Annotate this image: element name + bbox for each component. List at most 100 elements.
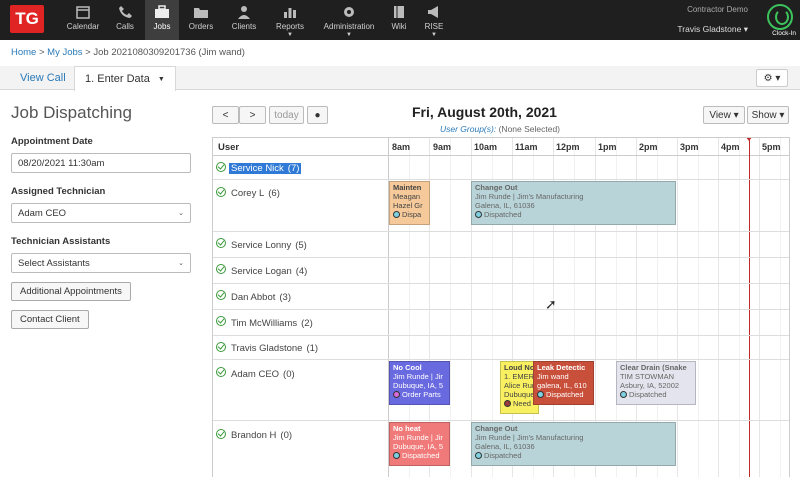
status-dot-icon: [393, 452, 400, 459]
hour-label: 4pm: [721, 142, 740, 152]
nav-administration[interactable]: Administration ▼: [318, 0, 380, 40]
job-count: (6): [268, 188, 280, 199]
technician-assistants-select[interactable]: Select Assistants ⌄: [11, 253, 191, 273]
user-menu[interactable]: Travis Gladstone ▾: [677, 24, 748, 35]
appointment-line: TIM STOWMAN: [620, 372, 675, 381]
technician-row[interactable]: Dan Abbot (3): [213, 284, 789, 310]
current-time-marker: [745, 138, 753, 141]
nav-reports[interactable]: Reports ▼: [270, 0, 310, 40]
user-groups-link[interactable]: User Group(s):: [440, 124, 496, 134]
hour-label: 1pm: [598, 142, 617, 152]
technician-row[interactable]: Service Logan (4): [213, 258, 789, 284]
job-count: (5): [295, 240, 307, 251]
bar-chart-icon: [284, 8, 296, 18]
appointment-card[interactable]: No Cool Jim Runde | Jir Dubuque, IA, 5 O…: [389, 361, 450, 405]
next-button[interactable]: >: [239, 106, 266, 124]
appointment-date-label: Appointment Date: [11, 136, 93, 147]
prev-button[interactable]: <: [212, 106, 239, 124]
nav-wiki[interactable]: Wiki: [386, 0, 412, 40]
technician-row[interactable]: Service Lonny (5): [213, 232, 789, 258]
appointment-card[interactable]: Leak Detectic Jim wand galena, IL, 610 D…: [533, 361, 594, 405]
globe-icon[interactable]: ●: [307, 106, 328, 124]
clock-in-button[interactable]: [767, 4, 793, 30]
technician-name[interactable]: Adam CEO (0): [231, 369, 295, 380]
technician-name[interactable]: Brandon H (0): [231, 430, 292, 441]
appointment-title: Loud Nc: [504, 363, 534, 372]
status-dot-icon: [504, 400, 511, 407]
appointment-title: Leak Detectic: [537, 363, 586, 372]
nav-orders[interactable]: Orders: [183, 0, 219, 40]
technician-row[interactable]: Travis Gladstone (1): [213, 336, 789, 360]
nav-label: Calls: [116, 22, 134, 31]
dispatch-calendar-grid: User 8am 9am 10am 11am 12pm 1pm 2pm 3pm …: [212, 137, 790, 477]
tab-enter-data[interactable]: 1. Enter Data ▼: [74, 66, 176, 91]
folder-icon: [194, 8, 208, 18]
appointment-line: Jim Runde | Jir: [393, 372, 443, 381]
user-name: Travis Gladstone: [677, 24, 742, 34]
technician-row[interactable]: Service Nick (7): [213, 156, 789, 180]
technician-name[interactable]: Tim McWilliams (2): [231, 318, 313, 329]
show-dropdown-button[interactable]: Show ▾: [747, 106, 789, 124]
appointment-date-value: 08/20/2021 11:30am: [18, 157, 105, 169]
technician-name[interactable]: Dan Abbot (3): [231, 292, 291, 303]
appointment-title: No Cool: [393, 363, 422, 372]
chevron-down-icon: ▼: [157, 75, 165, 83]
today-button[interactable]: today: [269, 106, 304, 124]
status-dot-icon: [393, 211, 400, 218]
technician-name[interactable]: Service Logan (4): [231, 266, 307, 277]
nav-jobs[interactable]: Jobs: [145, 0, 179, 40]
technician-name-text: Brandon H: [231, 430, 277, 441]
appointment-line: Jim Runde | Jir: [393, 433, 443, 442]
view-dropdown-button[interactable]: View ▾: [703, 106, 745, 124]
technician-name[interactable]: Service Lonny (5): [231, 240, 307, 251]
contact-client-button[interactable]: Contact Client: [11, 310, 89, 329]
technician-name[interactable]: Service Nick (7): [229, 163, 302, 174]
appointment-status: Need: [513, 399, 531, 408]
appointment-title: Mainten: [393, 183, 422, 192]
status-dot-icon: [537, 391, 544, 398]
appointment-card[interactable]: Change Out Jim Runde | Jim's Manufacturi…: [471, 181, 676, 225]
job-count: (0): [283, 369, 295, 380]
appointment-line: Dubuque, IA, 5: [393, 442, 444, 451]
technician-name[interactable]: Corey L (6): [231, 188, 280, 199]
appointment-card[interactable]: Change Out Jim Runde | Jim's Manufacturi…: [471, 422, 676, 466]
tab-bar: View Call 1. Enter Data ▼ ⚙ ▾: [0, 66, 800, 91]
appointment-line: Galena, IL, 61036: [475, 442, 535, 451]
breadcrumb-home[interactable]: Home: [11, 47, 36, 58]
appointment-date-input[interactable]: 08/20/2021 11:30am: [11, 153, 191, 173]
appointment-status: Dispatched: [629, 390, 667, 399]
appointment-card[interactable]: Clear Drain (Snake TIM STOWMAN Asbury, I…: [616, 361, 696, 405]
appointment-card[interactable]: No heat Jim Runde | Jir Dubuque, IA, 5 D…: [389, 422, 450, 466]
hour-label: 9am: [433, 142, 452, 152]
tab-view-call[interactable]: View Call: [10, 66, 76, 90]
technician-name-text: Travis Gladstone: [231, 343, 303, 354]
appointment-line: galena, IL, 610: [537, 381, 587, 390]
nav-calendar[interactable]: Calendar: [64, 0, 102, 40]
assigned-technician-select[interactable]: Adam CEO ⌄: [11, 203, 191, 223]
technician-name[interactable]: Travis Gladstone (1): [231, 343, 318, 354]
appointment-status: Order Parts: [402, 390, 441, 399]
settings-gear-button[interactable]: ⚙ ▾: [756, 69, 788, 87]
nav-rise[interactable]: RISE ▼: [420, 0, 448, 40]
chevron-down-icon: ⌄: [178, 260, 184, 267]
phone-icon: [119, 6, 132, 18]
appointment-status: Dispatched: [402, 451, 440, 460]
hour-label: 11am: [515, 142, 538, 152]
brand-logo[interactable]: TG: [10, 5, 44, 33]
nav-clients[interactable]: Clients: [226, 0, 262, 40]
assigned-technician-label: Assigned Technician: [11, 186, 106, 197]
hour-label: 2pm: [639, 142, 658, 152]
additional-appointments-button[interactable]: Additional Appointments: [11, 282, 131, 301]
appointment-line: Meagan: [393, 192, 421, 201]
technician-row[interactable]: Tim McWilliams (2): [213, 310, 789, 336]
chevron-down-icon: ▼: [431, 32, 437, 38]
appointment-title: Change Out: [475, 183, 518, 192]
breadcrumb-my-jobs[interactable]: My Jobs: [47, 47, 82, 58]
check-circle-icon: [216, 187, 226, 197]
appointment-card[interactable]: Mainten Meagan Hazel Gr Dispa: [389, 181, 430, 225]
job-count: (2): [301, 318, 313, 329]
check-circle-icon: [216, 367, 226, 377]
nav-calls[interactable]: Calls: [108, 0, 142, 40]
briefcase-icon: [155, 5, 169, 18]
breadcrumb-current: Job 2021080309201736 (Jim wand): [93, 47, 245, 58]
